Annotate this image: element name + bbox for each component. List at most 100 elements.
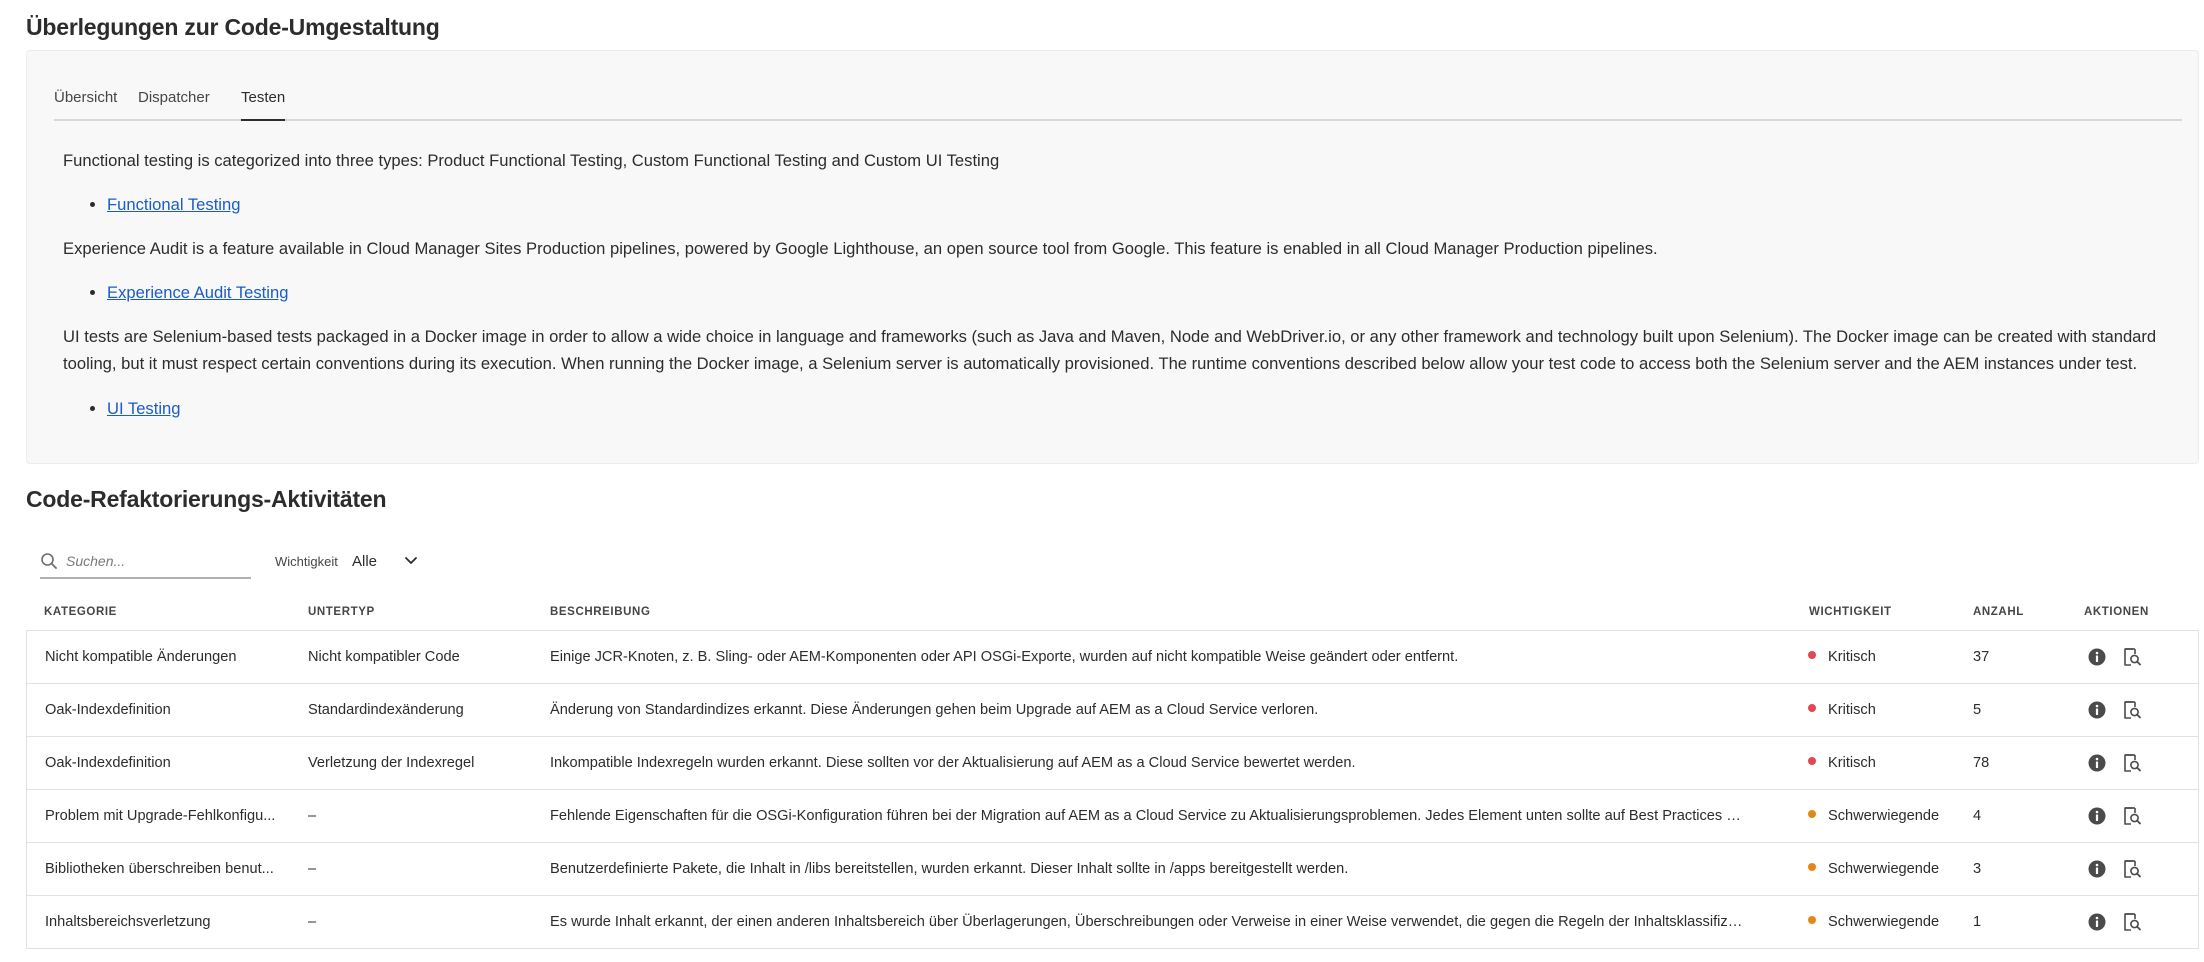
list-item: Functional Testing [107,191,240,218]
inspect-details-icon[interactable] [2122,859,2142,879]
cell-untertyp: – [308,914,317,930]
cell-untertyp: – [308,808,317,824]
inspect-details-icon[interactable] [2122,647,2142,667]
cell-wichtigkeit: Schwerwiegende [1808,790,1958,842]
cell-wichtigkeit: Schwerwiegende [1808,896,1958,948]
cell-beschreibung: Änderung von Standardindizes erkannt. Di… [550,702,1319,718]
severity-filter-value: Alle [352,553,378,570]
cell-anzahl: 37 [1973,649,1990,665]
ui-testing-link[interactable]: UI Testing [107,399,180,418]
table-row[interactable]: Oak-Indexdefinition Standardindexänderun… [27,684,2198,737]
cell-aktionen [2087,843,2177,895]
cell-untertyp: – [308,861,317,877]
cell-kategorie: Problem mit Upgrade-Fehlkonfigu... [45,808,276,824]
cell-wichtigkeit: Kritisch [1808,737,1958,789]
tab-uebersicht[interactable]: Übersicht [54,81,117,121]
column-header-beschreibung[interactable]: BESCHREIBUNG [550,606,651,618]
cell-aktionen [2087,631,2177,683]
inspect-details-icon[interactable] [2122,806,2142,826]
cell-wichtigkeit: Kritisch [1808,631,1958,683]
tab-list: Übersicht Dispatcher Testen [54,81,2182,121]
link-list: UI Testing [63,395,180,422]
column-header-anzahl[interactable]: ANZAHL [1973,606,2024,618]
search-icon [41,553,57,569]
info-icon[interactable] [2087,647,2107,667]
cell-beschreibung: Fehlende Eigenschaften für die OSGi-Konf… [550,808,1745,824]
cell-anzahl: 4 [1973,808,1982,824]
severity-label: Kritisch [1828,702,1876,718]
severity-label: Schwerwiegende [1828,808,1940,824]
paragraph-ui-tests: UI tests are Selenium-based tests packag… [63,327,2157,373]
severity-dot [1808,863,1816,872]
cell-aktionen [2087,737,2177,789]
column-header-kategorie[interactable]: KATEGORIE [44,606,117,618]
inspect-details-icon[interactable] [2122,700,2142,720]
cell-anzahl: 5 [1973,702,1982,718]
cell-untertyp: Verletzung der Indexregel [308,755,475,771]
cell-anzahl: 1 [1973,914,1982,930]
cell-kategorie: Oak-Indexdefinition [45,755,171,771]
cell-kategorie: Bibliotheken überschreiben benut... [45,861,274,877]
severity-filter-dropdown[interactable]: Alle [352,549,422,575]
severity-label: Kritisch [1828,755,1876,771]
severity-label: Schwerwiegende [1828,861,1940,877]
cell-beschreibung: Es wurde Inhalt erkannt, der einen ander… [550,914,1745,930]
cell-anzahl: 3 [1973,861,1982,877]
search-input[interactable] [66,548,246,574]
column-header-aktionen: AKTIONEN [2084,606,2149,618]
refactoring-considerations-panel: Übersicht Dispatcher Testen Functional t… [26,50,2199,464]
experience-audit-testing-link[interactable]: Experience Audit Testing [107,283,288,302]
severity-dot [1808,651,1816,660]
table-body: Nicht kompatible Änderungen Nicht kompat… [26,630,2199,949]
tab-dispatcher[interactable]: Dispatcher [138,81,210,121]
severity-filter-label: Wichtigkeit [275,554,338,569]
paragraph-experience-audit: Experience Audit is a feature available … [63,239,1658,258]
cell-kategorie: Nicht kompatible Änderungen [45,649,237,665]
severity-label: Schwerwiegende [1828,914,1940,930]
table-row[interactable]: Nicht kompatible Änderungen Nicht kompat… [27,631,2198,684]
list-item: Experience Audit Testing [107,279,288,306]
table-row[interactable]: Problem mit Upgrade-Fehlkonfigu... – Feh… [27,790,2198,843]
list-item: UI Testing [107,395,180,422]
table-row[interactable]: Inhaltsbereichsverletzung – Es wurde Inh… [27,896,2198,949]
info-icon[interactable] [2087,753,2107,773]
section-title-refactoring-considerations: Überlegungen zur Code-Umgestaltung [26,14,440,40]
cell-untertyp: Standardindexänderung [308,702,464,718]
section-title-refactoring-activities: Code-Refaktorierungs-Aktivitäten [26,486,387,512]
chevron-down-icon [405,557,417,564]
tab-testen[interactable]: Testen [241,81,286,121]
paragraph-functional-testing: Functional testing is categorized into t… [63,151,1000,170]
table-header: KATEGORIE UNTERTYP BESCHREIBUNG WICHTIGK… [26,596,2199,630]
link-list: Experience Audit Testing [63,279,288,306]
cell-aktionen [2087,896,2177,948]
inspect-details-icon[interactable] [2122,912,2142,932]
cell-wichtigkeit: Schwerwiegende [1808,843,1958,895]
search-field [40,546,251,579]
severity-dot [1808,916,1816,925]
functional-testing-link[interactable]: Functional Testing [107,195,240,214]
cell-kategorie: Inhaltsbereichsverletzung [45,914,211,930]
link-list: Functional Testing [63,191,240,218]
cell-untertyp: Nicht kompatibler Code [308,649,460,665]
cell-kategorie: Oak-Indexdefinition [45,702,171,718]
cell-aktionen [2087,684,2177,736]
severity-dot [1808,757,1816,766]
table-row[interactable]: Bibliotheken überschreiben benut... – Be… [27,843,2198,896]
table-row[interactable]: Oak-Indexdefinition Verletzung der Index… [27,737,2198,790]
info-icon[interactable] [2087,859,2107,879]
severity-dot [1808,704,1816,713]
severity-label: Kritisch [1828,649,1876,665]
inspect-details-icon[interactable] [2122,753,2142,773]
info-icon[interactable] [2087,806,2107,826]
column-header-untertyp[interactable]: UNTERTYP [308,606,375,618]
cell-wichtigkeit: Kritisch [1808,684,1958,736]
cell-beschreibung: Inkompatible Indexregeln wurden erkannt.… [550,755,1356,771]
cell-aktionen [2087,790,2177,842]
cell-anzahl: 78 [1973,755,1990,771]
info-icon[interactable] [2087,700,2107,720]
severity-dot [1808,810,1816,819]
cell-beschreibung: Benutzerdefinierte Pakete, die Inhalt in… [550,861,1349,877]
info-icon[interactable] [2087,912,2107,932]
cell-beschreibung: Einige JCR-Knoten, z. B. Sling- oder AEM… [550,649,1459,665]
column-header-wichtigkeit[interactable]: WICHTIGKEIT [1809,606,1892,618]
